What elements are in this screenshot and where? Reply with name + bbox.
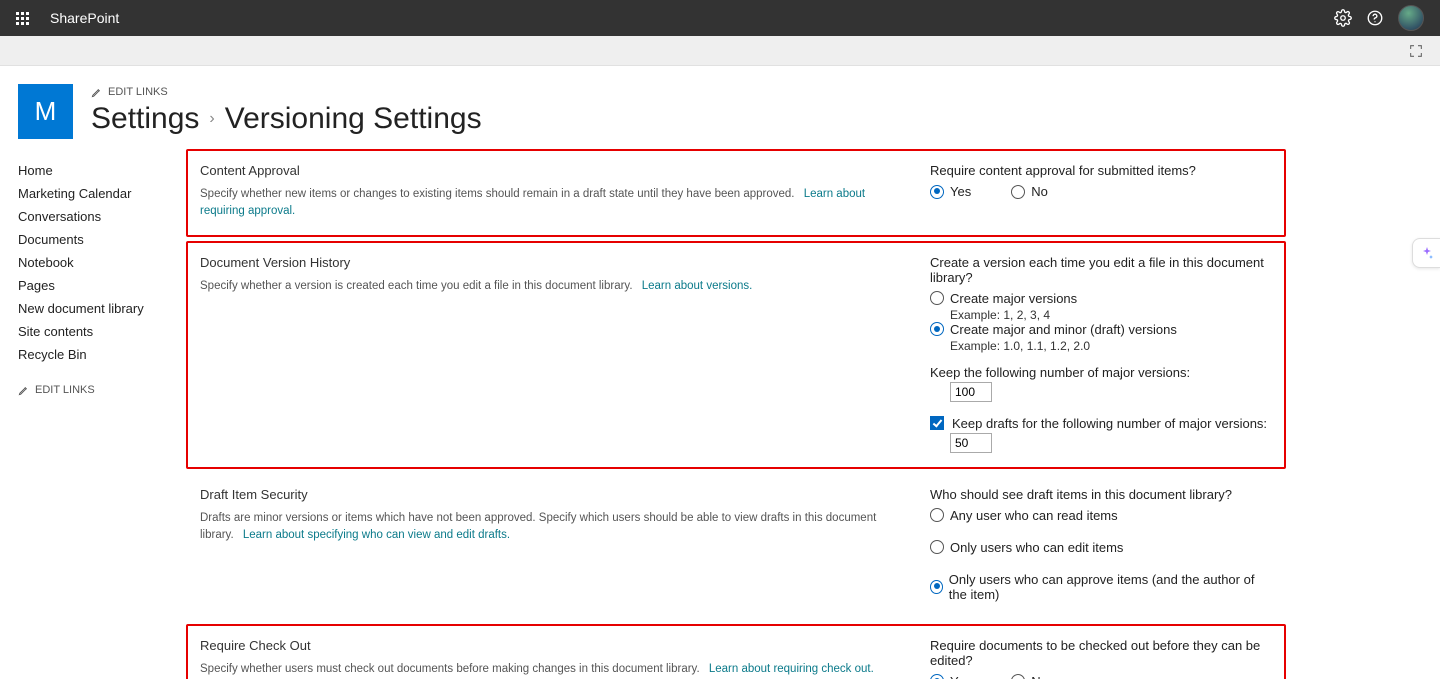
radio-input[interactable] xyxy=(930,540,944,554)
section-draft-security: Draft Item Security Drafts are minor ver… xyxy=(186,473,1286,620)
edit-links-top[interactable]: EDIT LINKS xyxy=(91,86,482,98)
brand-label[interactable]: SharePoint xyxy=(50,10,119,26)
section-version-history: Document Version History Specify whether… xyxy=(186,241,1286,469)
sparkle-icon xyxy=(1419,245,1435,261)
ribbon-bar xyxy=(0,36,1440,66)
page-body: M EDIT LINKS Settings › Versioning Setti… xyxy=(0,66,1440,679)
question-label: Create a version each time you edit a fi… xyxy=(930,255,1272,285)
radio-input[interactable] xyxy=(930,322,944,336)
section-desc: Specify whether a version is created eac… xyxy=(200,278,900,295)
learn-link[interactable]: Learn about specifying who can view and … xyxy=(243,529,510,541)
page-title: Versioning Settings xyxy=(225,102,482,135)
left-nav: Home Marketing Calendar Conversations Do… xyxy=(18,149,166,679)
focus-content-icon[interactable] xyxy=(1408,43,1424,59)
example-text: Example: 1.0, 1.1, 1.2, 2.0 xyxy=(950,339,1272,353)
learn-link[interactable]: Learn about requiring check out. xyxy=(709,663,874,675)
waffle-icon xyxy=(16,12,29,25)
edit-links-label: EDIT LINKS xyxy=(35,384,95,396)
radio-yes[interactable]: Yes xyxy=(930,674,971,679)
radio-input[interactable] xyxy=(930,580,943,594)
radio-no[interactable]: No xyxy=(1011,674,1048,679)
page-header: M EDIT LINKS Settings › Versioning Setti… xyxy=(18,84,1430,139)
section-desc: Specify whether new items or changes to … xyxy=(200,186,900,221)
section-desc: Specify whether users must check out doc… xyxy=(200,661,900,678)
nav-item[interactable]: Home xyxy=(18,159,166,182)
radio-edit-users[interactable]: Only users who can edit items xyxy=(930,540,1272,555)
section-content-approval: Content Approval Specify whether new ite… xyxy=(186,149,1286,237)
radio-major-versions[interactable]: Create major versions xyxy=(930,291,1272,306)
avatar[interactable] xyxy=(1398,5,1424,31)
learn-link[interactable]: Learn about versions. xyxy=(642,280,753,292)
section-title: Document Version History xyxy=(200,255,900,270)
edit-links-bottom[interactable]: EDIT LINKS xyxy=(18,384,166,396)
nav-item[interactable]: Pages xyxy=(18,274,166,297)
question-label: Require documents to be checked out befo… xyxy=(930,638,1272,668)
site-logo[interactable]: M xyxy=(18,84,73,139)
edit-links-label: EDIT LINKS xyxy=(108,86,168,98)
section-title: Require Check Out xyxy=(200,638,900,653)
keep-drafts-label: Keep drafts for the following number of … xyxy=(952,416,1267,431)
question-label: Require content approval for submitted i… xyxy=(930,163,1272,178)
chevron-right-icon: › xyxy=(209,110,214,128)
nav-item[interactable]: Documents xyxy=(18,228,166,251)
app-launcher-icon[interactable] xyxy=(8,4,36,32)
radio-input[interactable] xyxy=(1011,674,1025,679)
copilot-badge[interactable] xyxy=(1412,238,1440,268)
breadcrumb-settings[interactable]: Settings xyxy=(91,102,199,135)
help-icon[interactable] xyxy=(1366,9,1384,27)
nav-item[interactable]: New document library xyxy=(18,297,166,320)
section-check-out: Require Check Out Specify whether users … xyxy=(186,624,1286,679)
nav-item[interactable]: Recycle Bin xyxy=(18,343,166,366)
settings-content: Content Approval Specify whether new ite… xyxy=(186,149,1296,679)
major-versions-input[interactable] xyxy=(950,382,992,402)
radio-input[interactable] xyxy=(930,185,944,199)
draft-versions-input[interactable] xyxy=(950,433,992,453)
radio-approve-users[interactable]: Only users who can approve items (and th… xyxy=(930,572,1272,602)
radio-yes[interactable]: Yes xyxy=(930,184,971,199)
radio-input[interactable] xyxy=(1011,185,1025,199)
radio-input[interactable] xyxy=(930,291,944,305)
nav-item[interactable]: Conversations xyxy=(18,205,166,228)
nav-item[interactable]: Notebook xyxy=(18,251,166,274)
suite-bar: SharePoint xyxy=(0,0,1440,36)
radio-any-user[interactable]: Any user who can read items xyxy=(930,508,1272,523)
radio-input[interactable] xyxy=(930,508,944,522)
nav-item[interactable]: Marketing Calendar xyxy=(18,182,166,205)
example-text: Example: 1, 2, 3, 4 xyxy=(950,308,1272,322)
pencil-icon xyxy=(18,385,29,396)
radio-input[interactable] xyxy=(930,674,944,679)
breadcrumb: Settings › Versioning Settings xyxy=(91,102,482,135)
radio-no[interactable]: No xyxy=(1011,184,1048,199)
gear-icon[interactable] xyxy=(1334,9,1352,27)
pencil-icon xyxy=(91,87,102,98)
question-label: Who should see draft items in this docum… xyxy=(930,487,1272,502)
section-title: Draft Item Security xyxy=(200,487,900,502)
keep-drafts-checkbox[interactable] xyxy=(930,416,944,430)
nav-item[interactable]: Site contents xyxy=(18,320,166,343)
section-desc: Drafts are minor versions or items which… xyxy=(200,510,900,545)
radio-minor-versions[interactable]: Create major and minor (draft) versions xyxy=(930,322,1272,337)
section-title: Content Approval xyxy=(200,163,900,178)
keep-major-label: Keep the following number of major versi… xyxy=(930,365,1272,380)
